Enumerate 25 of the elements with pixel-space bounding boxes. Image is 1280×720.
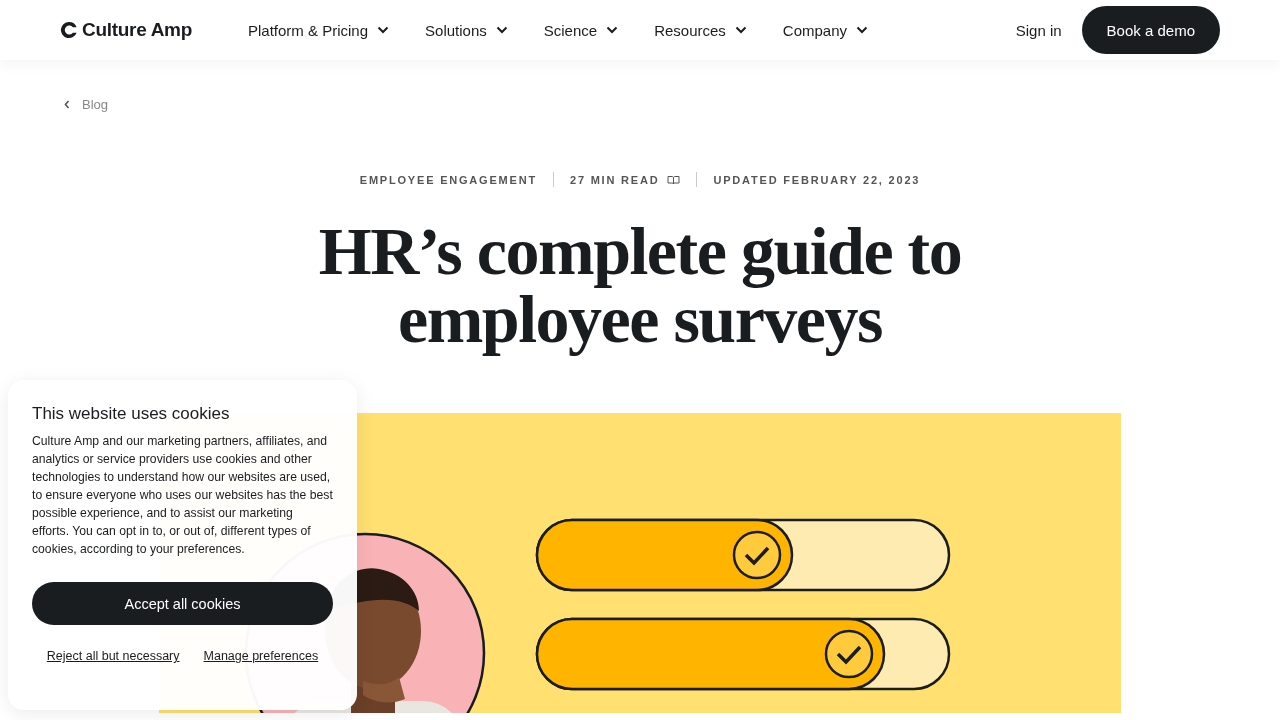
chevron-down-icon xyxy=(377,26,390,34)
chevron-left-icon xyxy=(64,100,70,109)
logo-text[interactable]: Culture Amp xyxy=(82,19,192,41)
nav-menu-item[interactable]: Solutions xyxy=(425,21,508,39)
accept-cookies-button[interactable]: Accept all cookies xyxy=(32,582,333,625)
nav-menu-item[interactable]: Resources xyxy=(654,21,747,39)
book-icon xyxy=(667,174,681,185)
reject-cookies-link[interactable]: Reject all but necessary xyxy=(46,649,180,663)
nav-menu-item[interactable]: Science xyxy=(543,21,619,39)
cookie-dialog-title: This website uses cookies xyxy=(32,404,231,424)
category-label: EMPLOYEE ENGAGEMENT xyxy=(359,173,537,186)
logo-icon[interactable] xyxy=(60,21,78,39)
cookie-description: Culture Amp and our marketing partners, affiliates, and analytics or service providers use cookies and other technologies to understand how our websites are used, to ensure everyone who uses our websites has the best possible experience, and to assist our marketing efforts. You can opt in to, or out of, different types of cookies, according to your preferences. xyxy=(32,433,333,558)
book-demo-button[interactable]: Book a demo xyxy=(1081,6,1220,54)
nav-menu-item[interactable]: Platform & Pricing xyxy=(248,21,390,39)
read-time: 27 MIN READ xyxy=(569,173,660,186)
sign-in-link[interactable]: Sign in xyxy=(1015,21,1062,39)
chevron-down-icon xyxy=(495,26,508,34)
manage-preferences-link[interactable]: Manage preferences xyxy=(203,649,319,663)
chevron-down-icon xyxy=(606,26,619,34)
breadcrumb-link[interactable]: Blog xyxy=(64,97,109,112)
nav-menu-item[interactable]: Company xyxy=(782,21,869,39)
chevron-down-icon xyxy=(856,26,869,34)
chevron-down-icon xyxy=(734,26,747,34)
updated-date: UPDATED FEBRUARY 22, 2023 xyxy=(713,173,921,186)
